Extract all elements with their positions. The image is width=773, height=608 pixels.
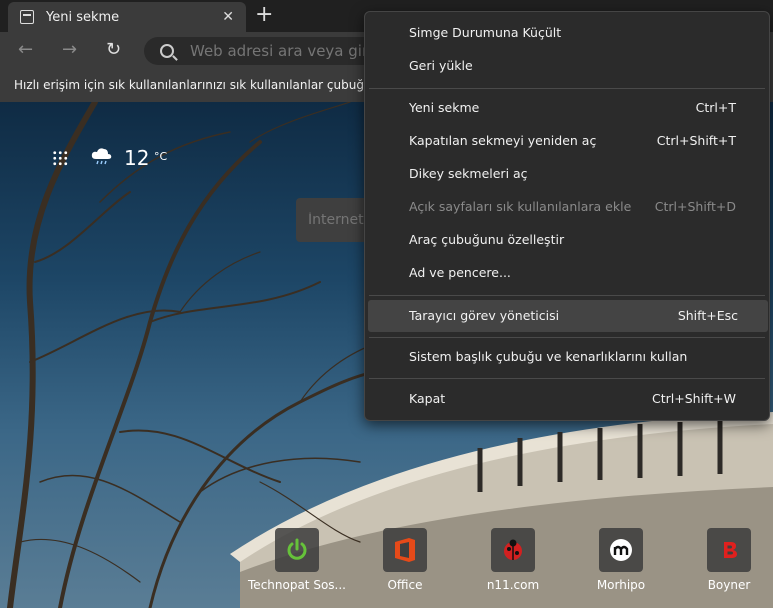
quick-link-n11[interactable]: n11.com bbox=[458, 528, 568, 592]
menu-item-new-tab[interactable]: Yeni sekme Ctrl+T bbox=[365, 92, 769, 124]
power-icon bbox=[287, 538, 307, 560]
menu-separator bbox=[369, 337, 765, 338]
tile-icon-box bbox=[383, 528, 427, 572]
tile-icon-box bbox=[707, 528, 751, 572]
morhipo-icon bbox=[610, 539, 632, 561]
menu-item-label: Yeni sekme bbox=[409, 100, 480, 115]
menu-item-label: Açık sayfaları sık kullanılanlara ekle bbox=[409, 199, 632, 214]
menu-item-label: Sistem başlık çubuğu ve kenarlıklarını k… bbox=[409, 349, 688, 364]
back-button[interactable]: ← bbox=[18, 40, 33, 60]
quick-link-label: Office bbox=[387, 578, 423, 592]
forward-button[interactable]: → bbox=[62, 40, 77, 60]
new-tab-page-icon bbox=[20, 10, 34, 24]
menu-item-minimize[interactable]: Simge Durumuna Küçült bbox=[365, 17, 769, 49]
menu-item-system-title-bar[interactable]: Sistem başlık çubuğu ve kenarlıklarını k… bbox=[365, 341, 769, 373]
menu-item-vertical-tabs[interactable]: Dikey sekmeleri aç bbox=[365, 158, 769, 190]
menu-item-task-manager[interactable]: Tarayıcı görev yöneticisi Shift+Esc bbox=[368, 300, 768, 332]
quick-link-boyner[interactable]: Boyner bbox=[674, 528, 773, 592]
quick-link-office[interactable]: Office bbox=[350, 528, 460, 592]
menu-item-shortcut: Ctrl+T bbox=[695, 100, 736, 115]
menu-separator bbox=[369, 378, 765, 379]
tab-title: Yeni sekme bbox=[46, 9, 120, 25]
menu-item-label: Geri yükle bbox=[409, 58, 473, 73]
menu-item-shortcut: Shift+Esc bbox=[677, 308, 738, 323]
quick-link-label: Boyner bbox=[707, 578, 751, 592]
menu-separator bbox=[369, 88, 765, 89]
cloud-rain-icon bbox=[91, 148, 112, 165]
menu-item-label: Kapat bbox=[409, 391, 446, 406]
menu-item-name-window[interactable]: Ad ve pencere... bbox=[365, 257, 769, 289]
favorites-bar-hint: Hızlı erişim için sık kullanılanlarınızı… bbox=[14, 78, 395, 92]
menu-item-shortcut: Ctrl+Shift+W bbox=[652, 391, 736, 406]
quick-link-technopat[interactable]: Technopat Sos... bbox=[242, 528, 352, 592]
menu-item-label: Araç çubuğunu özelleştir bbox=[409, 232, 565, 247]
reload-button[interactable]: ↻ bbox=[106, 40, 121, 60]
quick-link-label: Technopat Sos... bbox=[248, 578, 346, 592]
window-context-menu: Simge Durumuna Küçült Geri yükle Yeni se… bbox=[364, 11, 770, 421]
apps-launcher-icon[interactable] bbox=[52, 150, 68, 166]
tab-new-tab[interactable]: Yeni sekme ✕ bbox=[8, 2, 246, 32]
tile-icon-box bbox=[275, 528, 319, 572]
quick-link-morhipo[interactable]: Morhipo bbox=[566, 528, 676, 592]
tile-icon-box bbox=[599, 528, 643, 572]
menu-item-close[interactable]: Kapat Ctrl+Shift+W bbox=[365, 383, 769, 415]
search-icon bbox=[160, 44, 174, 58]
menu-item-shortcut: Ctrl+Shift+T bbox=[656, 133, 736, 148]
weather-temperature[interactable]: 12 bbox=[124, 146, 149, 170]
tile-icon-box bbox=[491, 528, 535, 572]
menu-item-restore[interactable]: Geri yükle bbox=[365, 50, 769, 82]
ladybug-icon bbox=[504, 539, 522, 560]
menu-item-label: Tarayıcı görev yöneticisi bbox=[409, 308, 560, 323]
quick-link-label: n11.com bbox=[486, 578, 540, 592]
boyner-icon bbox=[724, 542, 737, 558]
menu-item-label: Ad ve pencere... bbox=[409, 265, 511, 280]
office-icon bbox=[395, 538, 415, 562]
address-input[interactable] bbox=[188, 41, 392, 61]
quick-link-label: Morhipo bbox=[596, 578, 646, 592]
close-icon[interactable]: ✕ bbox=[222, 9, 234, 25]
menu-item-label: Dikey sekmeleri aç bbox=[409, 166, 528, 181]
menu-item-label: Simge Durumuna Küçült bbox=[409, 25, 562, 40]
menu-item-reopen-closed-tab[interactable]: Kapatılan sekmeyi yeniden aç Ctrl+Shift+… bbox=[365, 125, 769, 157]
weather-unit: °C bbox=[154, 150, 168, 163]
menu-separator bbox=[369, 295, 765, 296]
menu-item-customize-toolbar[interactable]: Araç çubuğunu özelleştir bbox=[365, 224, 769, 256]
menu-item-add-pages-to-favorites: Açık sayfaları sık kullanılanlara ekle C… bbox=[365, 191, 769, 223]
menu-item-shortcut: Ctrl+Shift+D bbox=[654, 199, 736, 214]
menu-item-label: Kapatılan sekmeyi yeniden aç bbox=[409, 133, 597, 148]
new-tab-button[interactable]: + bbox=[255, 3, 273, 27]
